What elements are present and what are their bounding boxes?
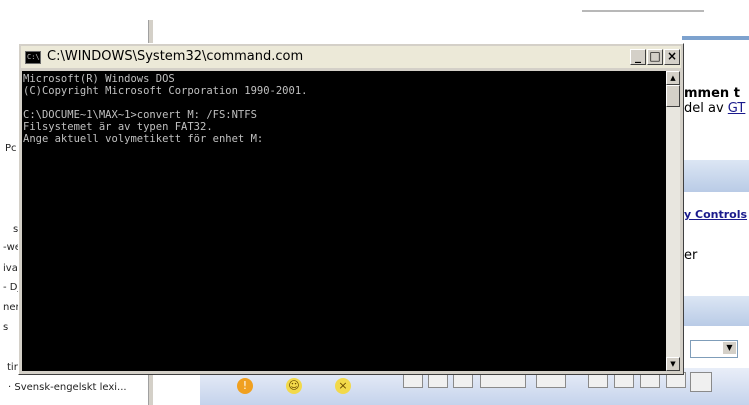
console-line: Filsystemet är av typen FAT32. — [23, 121, 213, 133]
scroll-up-button[interactable]: ▲ — [666, 71, 680, 85]
emoticon-icon[interactable]: × — [335, 378, 351, 394]
console-line: Microsoft(R) Windows DOS — [23, 73, 175, 85]
close-button[interactable]: × — [664, 49, 680, 65]
background-controls-link[interactable]: y Controls — [684, 208, 747, 221]
background-right-band — [682, 160, 749, 192]
console-line: Ange aktuell volymetikett för enhet M: — [23, 133, 264, 145]
background-right-text: del av GT — [684, 101, 746, 116]
background-right-band — [682, 296, 749, 326]
console-window: C:\ C:\WINDOWS\System32\command.com _ □ … — [18, 43, 684, 375]
background-left-fragment: iva — [3, 263, 18, 274]
vertical-scrollbar[interactable]: ▲ ▼ — [666, 71, 680, 371]
background-right-text: mmen t — [684, 86, 740, 101]
console-text: Microsoft(R) Windows DOS (C)Copyright Mi… — [22, 71, 666, 145]
smiley-icon[interactable]: ☺ — [286, 378, 302, 394]
scrollbar-thumb[interactable] — [666, 85, 680, 107]
background-toolbar-button[interactable] — [690, 372, 712, 392]
background-right-link[interactable]: GT — [728, 101, 746, 116]
background-right-window-border — [682, 36, 749, 40]
title-bar[interactable]: C:\ C:\WINDOWS\System32\command.com _ □ … — [21, 46, 681, 68]
chevron-down-icon[interactable]: ▼ — [723, 342, 736, 354]
minimize-button[interactable]: _ — [630, 49, 646, 65]
background-left-fragment: Pc — [5, 143, 17, 154]
console-line: C:\DOCUME~1\MAX~1>convert M: /FS:NTFS — [23, 109, 257, 121]
background-combo-box[interactable]: ▼ — [690, 340, 738, 358]
background-top-bar — [582, 10, 704, 12]
background-list-item[interactable]: · Svensk-engelskt lexi... — [8, 382, 127, 393]
background-left-fragment: tir — [7, 362, 18, 373]
scroll-down-button[interactable]: ▼ — [666, 357, 680, 371]
background-right-text: er — [684, 248, 698, 263]
console-app-icon[interactable]: C:\ — [25, 51, 41, 64]
warning-icon[interactable]: ! — [237, 378, 253, 394]
console-output[interactable]: Microsoft(R) Windows DOS (C)Copyright Mi… — [22, 71, 666, 371]
background-left-fragment: s — [3, 322, 9, 333]
maximize-button[interactable]: □ — [647, 49, 663, 65]
console-line: (C)Copyright Microsoft Corporation 1990-… — [23, 85, 308, 97]
window-title: C:\WINDOWS\System32\command.com — [47, 49, 304, 64]
